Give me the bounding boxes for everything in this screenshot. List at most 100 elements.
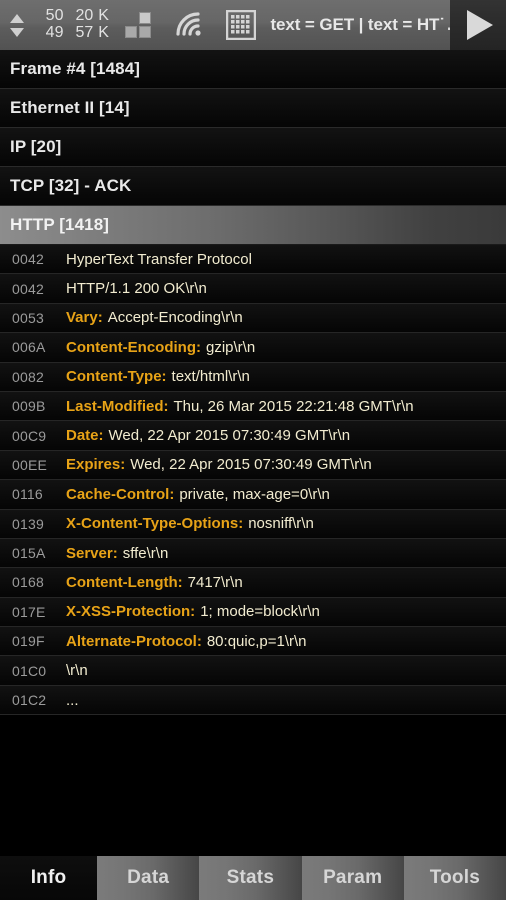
tab-label: Stats <box>226 867 275 888</box>
bytes-counter: 20 57 K K <box>75 7 109 42</box>
protocol-row-label: HTTP [1418] <box>10 215 110 234</box>
top-toolbar: 50 49 20 57 K K text = GET | text = HT˙ <box>0 0 506 50</box>
header-body: Vary: Accept-Encoding\r\n <box>66 309 243 326</box>
http-header-row[interactable]: 0139 X-Content-Type-Options: nosniff\r\n <box>0 509 506 539</box>
header-offset: 0053 <box>12 309 44 326</box>
packet-nav-arrows[interactable] <box>2 3 32 47</box>
tab-label: Param <box>323 867 383 888</box>
http-header-row[interactable]: 006A Content-Encoding: gzip\r\n <box>0 333 506 363</box>
packet-counter: 50 49 <box>46 7 64 42</box>
header-name: Expires: <box>66 456 126 474</box>
triangle-down-icon[interactable] <box>9 27 24 37</box>
header-value: HyperText Transfer Protocol <box>66 250 252 268</box>
header-name: Server: <box>66 544 118 562</box>
header-value: Wed, 22 Apr 2015 07:30:49 GMT\r\n <box>130 456 372 474</box>
bytes-unit: K <box>98 7 109 25</box>
http-header-row[interactable]: 01C0 \r\n <box>0 656 506 686</box>
header-value: 80:quic,p=1\r\n <box>206 632 307 650</box>
header-value: HTTP/1.1 200 OK\r\n <box>66 280 207 298</box>
grid-table-icon-svg <box>226 10 257 40</box>
header-body: Expires: Wed, 22 Apr 2015 07:30:49 GMT\r\… <box>66 456 372 473</box>
blocks-icon-square-3 <box>138 26 151 38</box>
http-header-list: 0042 HyperText Transfer Protocol 0042 HTTP/… <box>0 245 506 716</box>
header-offset: 015A <box>12 545 46 562</box>
header-value: \r\n <box>66 662 88 680</box>
header-value: ... <box>66 691 79 709</box>
header-offset: 01C0 <box>12 662 47 679</box>
packet-detail-pane[interactable]: Frame #4 [1484] Ethernet II [14] IP [20] TC… <box>0 50 506 856</box>
header-offset: 0116 <box>12 486 43 503</box>
header-body: Cache-Control: private, max-age=0\r\n <box>66 486 330 503</box>
header-body: HTTP/1.1 200 OK\r\n <box>66 280 207 297</box>
wifi-signal-icon[interactable] <box>174 12 208 38</box>
wifi-signal-icon-svg <box>176 12 202 36</box>
header-value: gzip\r\n <box>205 338 256 356</box>
http-header-row[interactable]: 0116 Cache-Control: private, max-age=0\r\n <box>0 480 506 510</box>
header-body: Content-Type: text/html\r\n <box>66 368 250 385</box>
http-header-row[interactable]: 019F Alternate-Protocol: 80:quic,p=1\r\n <box>0 627 506 657</box>
header-body: Content-Length: 7417\r\n <box>66 574 243 591</box>
toolbar-counters: 50 49 20 57 K K <box>46 7 109 42</box>
grid-table-icon[interactable] <box>208 3 257 47</box>
protocol-row[interactable]: IP [20] <box>0 128 506 167</box>
filter-expression-text: text = GET | text = HT˙ <box>270 15 445 34</box>
filter-expression[interactable]: text = GET | text = HT˙... <box>270 15 450 35</box>
tab-label: Tools <box>429 867 480 888</box>
blocks-icon[interactable] <box>124 12 157 38</box>
header-body: HyperText Transfer Protocol <box>66 251 252 268</box>
bytes-total-unit: K <box>98 24 109 41</box>
http-header-row[interactable]: 00EE Expires: Wed, 22 Apr 2015 07:30:49 GM… <box>0 450 506 481</box>
bottom-tab-bar: Info Data Stats Param Tools <box>0 856 506 900</box>
http-header-row[interactable]: 01C2... <box>0 685 506 716</box>
http-header-row[interactable]: 017E X-XSS-Protection: 1; mode=block\r\n <box>0 597 506 628</box>
header-offset: 019F <box>12 633 45 650</box>
tab-param[interactable]: Param <box>301 856 404 900</box>
http-header-row[interactable]: 00C9 Date: Wed, 22 Apr 2015 07:30:49 GMT\r… <box>0 421 506 451</box>
http-header-row[interactable]: 0168 Content-Length: 7417\r\n <box>0 568 506 598</box>
protocol-tree: Frame #4 [1484] Ethernet II [14] IP [20] TC… <box>0 50 506 245</box>
triangle-up-icon[interactable] <box>9 13 24 23</box>
header-offset: 0139 <box>12 515 44 532</box>
blocks-icon-square-2 <box>124 26 137 38</box>
start-capture-button[interactable] <box>449 0 506 50</box>
header-body: ... <box>66 692 79 709</box>
header-offset: 006A <box>12 339 46 356</box>
header-name: X-Content-Type-Options: <box>66 515 244 533</box>
tab-info[interactable]: Info <box>0 856 97 900</box>
header-offset: 00C9 <box>12 427 47 444</box>
header-offset: 0042 <box>12 251 44 268</box>
header-name: Cache-Control: <box>66 485 175 503</box>
header-value: 1; mode=block\r\n <box>200 603 320 621</box>
packet-analyzer-app: 50 49 20 57 K K text = GET | text = HT˙ … <box>0 0 506 900</box>
header-body: X-XSS-Protection: 1; mode=block\r\n <box>66 603 320 620</box>
protocol-row[interactable]: TCP [32] - ACK <box>0 167 506 206</box>
header-offset: 00EE <box>12 456 48 473</box>
http-header-row[interactable]: 015A Server: sffe\r\n <box>0 538 506 569</box>
tab-label: Info <box>30 867 67 888</box>
protocol-row[interactable]: Frame #4 [1484] <box>0 50 506 89</box>
play-icon <box>466 10 493 40</box>
header-body: Last-Modified: Thu, 26 Mar 2015 22:21:48 … <box>66 398 414 415</box>
http-header-row[interactable]: 0042 HyperText Transfer Protocol <box>0 245 506 275</box>
tab-stats[interactable]: Stats <box>199 856 302 900</box>
http-header-row[interactable]: 0042 HTTP/1.1 200 OK\r\n <box>0 274 506 304</box>
header-name: Content-Type: <box>66 368 167 386</box>
header-value: Thu, 26 Mar 2015 22:21:48 GMT\r\n <box>173 397 414 415</box>
header-body: Alternate-Protocol: 80:quic,p=1\r\n <box>66 633 307 650</box>
header-value: text/html\r\n <box>171 368 250 386</box>
header-offset: 0168 <box>12 574 44 591</box>
header-body: X-Content-Type-Options: nosniff\r\n <box>66 515 314 532</box>
protocol-row[interactable]: Ethernet II [14] <box>0 89 506 128</box>
header-name: Last-Modified: <box>66 397 169 415</box>
bytes-value: 20 <box>75 7 94 25</box>
header-body: \r\n <box>66 662 88 679</box>
protocol-row[interactable]: HTTP [1418] <box>0 206 506 245</box>
header-offset: 0082 <box>12 368 44 385</box>
header-value: 7417\r\n <box>187 573 243 591</box>
http-header-row[interactable]: 009B Last-Modified: Thu, 26 Mar 2015 22:21… <box>0 391 506 422</box>
tab-data[interactable]: Data <box>97 856 200 900</box>
tab-tools[interactable]: Tools <box>403 856 506 900</box>
header-value: sffe\r\n <box>122 544 169 562</box>
http-header-row[interactable]: 0082 Content-Type: text/html\r\n <box>0 362 506 392</box>
http-header-row[interactable]: 0053 Vary: Accept-Encoding\r\n <box>0 303 506 334</box>
